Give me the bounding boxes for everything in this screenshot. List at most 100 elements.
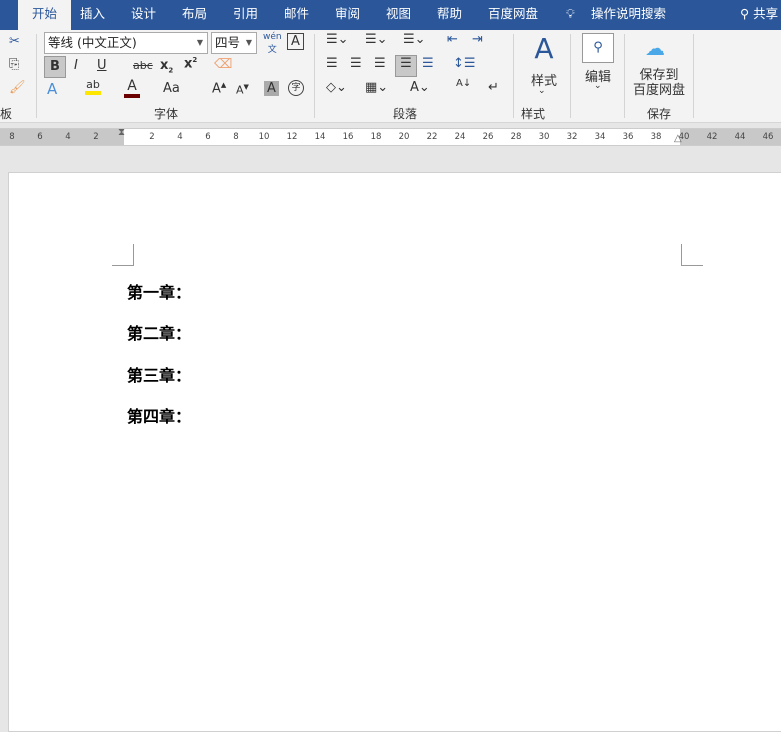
save-to-baidu-button[interactable]: 保存到 百度网盘 [630,68,688,98]
tell-me-search[interactable]: 操作说明搜索 [591,0,666,30]
bullets-icon[interactable]: ☰⌄ [326,32,349,47]
multilevel-list-icon[interactable]: ☰⌄ [403,32,426,47]
chevron-down-icon: ▼ [196,38,203,47]
save-group-label: 保存 [647,107,672,121]
underline-button[interactable]: U [97,58,107,73]
heading-4[interactable]: 第四章： [127,403,191,427]
tab-review[interactable]: 审阅 [335,0,360,30]
ruler-number: 8 [9,132,15,142]
margin-corner [681,244,703,266]
font-color-icon[interactable]: A [124,78,140,98]
ruler-number: 8 [233,132,239,142]
show-marks-icon[interactable]: ↵ [488,80,499,95]
save-line2: 百度网盘 [632,83,685,98]
ruler-number: 20 [398,132,410,142]
tab-design[interactable]: 设计 [131,0,156,30]
ruler-number: 18 [370,132,382,142]
increase-indent-icon[interactable]: ⇥ [472,32,483,47]
superscript-button[interactable]: x2 [184,56,197,71]
phonetic-guide-icon[interactable]: wén 文 [263,32,282,55]
tab-layout[interactable]: 布局 [182,0,207,30]
ruler-number: 14 [314,132,326,142]
grow-font-icon[interactable]: A▲ [212,81,226,96]
decrease-indent-icon[interactable]: ⇤ [447,32,458,47]
char-shading-icon[interactable]: A [264,81,279,96]
font-name-select[interactable]: 等线 (中文正文) ▼ [44,32,208,54]
align-left-icon[interactable]: ☰ [326,56,338,71]
ruler-number: 16 [342,132,354,142]
ruler-number: 44 [734,132,746,142]
distributed-icon[interactable]: ☰ [422,56,434,71]
align-center-icon[interactable]: ☰ [350,56,362,71]
heading-2[interactable]: 第二章： [127,320,191,344]
ruler-number: 42 [706,132,718,142]
font-group-label: 字体 [154,107,179,121]
baidu-cloud-icon[interactable]: ☁ [645,36,665,60]
ribbon-tabs: 开始 插入 设计 布局 引用 邮件 审阅 视图 帮助 百度网盘 💡︎ 操作说明搜… [0,0,781,30]
share-button[interactable]: ⚲ 共享 [740,0,778,30]
ruler-number: 12 [286,132,298,142]
tab-baidu[interactable]: 百度网盘 [488,0,538,30]
heading-1[interactable]: 第一章： [127,279,191,303]
strikethrough-button[interactable]: abc [133,59,153,72]
ruler-number: 34 [594,132,606,142]
ruler-number: 46 [762,132,774,142]
line-spacing-icon[interactable]: ↕☰ [453,56,476,71]
ruler-number: 6 [37,132,43,142]
paragraph-group-label: 段落 [393,107,418,121]
ruler-number: 10 [258,132,270,142]
margin-corner [112,244,134,266]
justify-icon[interactable]: ☰ [395,55,417,77]
copy-icon[interactable]: ⎘ [9,57,19,72]
tab-view[interactable]: 视图 [386,0,411,30]
borders-icon[interactable]: ▦⌄ [365,80,388,95]
tab-insert[interactable]: 插入 [80,0,105,30]
ruler-number: 28 [510,132,522,142]
ruler-number: 4 [65,132,71,142]
share-label: 共享 [753,6,779,21]
text-effects-icon[interactable]: A [47,80,57,98]
ruler-number: 4 [177,132,183,142]
enclose-char-icon[interactable]: 字 [288,80,304,96]
align-right-icon[interactable]: ☰ [374,56,386,71]
sort-icon[interactable]: A↓ [456,78,471,89]
highlight-icon[interactable]: ab [85,78,101,95]
ruler-number: 30 [538,132,550,142]
numbering-icon[interactable]: ☰⌄ [365,32,388,47]
ruler-number: 22 [426,132,438,142]
search-icon[interactable]: ⚲ [582,33,614,63]
document-page[interactable] [8,172,781,732]
tab-help[interactable]: 帮助 [437,0,462,30]
right-indent-marker[interactable]: △ [674,133,682,144]
shading-icon[interactable]: ◇⌄ [326,80,347,95]
ruler-number: 36 [622,132,634,142]
ruler-number: 2 [149,132,155,142]
tab-references[interactable]: 引用 [233,0,258,30]
ruler-number: 2 [93,132,99,142]
tab-home[interactable]: 开始 [18,0,72,30]
person-add-icon: ⚲ [740,6,750,21]
chevron-down-icon: ⌄ [538,86,546,96]
font-size-value: 四号 [215,35,241,50]
ruler-number: 26 [482,132,494,142]
styles-icon[interactable]: A [526,32,562,65]
ruler-number: 32 [566,132,578,142]
subscript-button[interactable]: x2 [160,58,173,75]
ribbon: ✂ ⎘ 🖌︎ 板 等线 (中文正文) ▼ 四号 ▼ wén 文 A B I U abc… [0,30,781,123]
change-case-icon[interactable]: Aa [163,81,180,96]
clear-formatting-icon[interactable]: ⌫ [214,57,232,72]
styles-group-label: 样式 [521,107,546,121]
heading-3[interactable]: 第三章： [127,362,191,386]
text-direction-icon[interactable]: A⌄ [410,80,430,95]
indent-marker[interactable]: ⧗ [118,127,125,138]
tab-mailings[interactable]: 邮件 [284,0,309,30]
cut-icon[interactable]: ✂ [9,34,20,49]
horizontal-ruler[interactable]: 8 6 4 2 2 4 6 8 10 12 14 16 18 20 22 24 26 28 30 32 34 36 38 40… [0,127,781,146]
italic-button[interactable]: I [74,58,78,73]
shrink-font-icon[interactable]: A▼ [236,83,249,97]
chevron-down-icon: ▼ [245,38,252,47]
bold-button[interactable]: B [44,56,66,78]
font-size-select[interactable]: 四号 ▼ [211,32,257,54]
char-border-icon[interactable]: A [287,33,304,50]
format-painter-icon[interactable]: 🖌︎ [9,80,26,95]
